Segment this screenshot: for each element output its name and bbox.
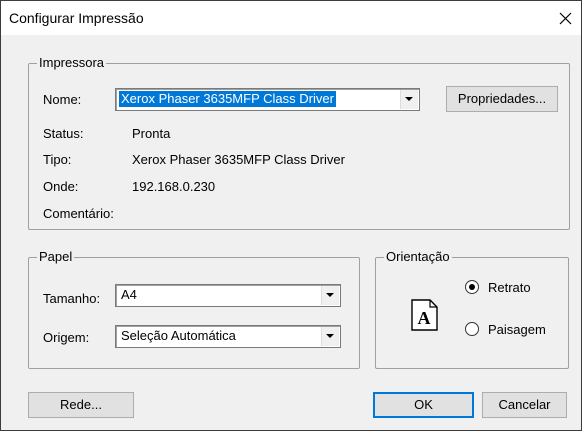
portrait-radio[interactable] — [465, 280, 479, 294]
paper-group-legend: Papel — [37, 249, 75, 264]
landscape-radio[interactable] — [465, 322, 479, 336]
printer-name-select[interactable]: Xerox Phaser 3635MFP Class Driver — [115, 88, 420, 111]
status-value: Pronta — [132, 126, 171, 141]
landscape-label[interactable]: Paisagem — [488, 322, 546, 337]
chevron-down-icon — [405, 97, 413, 101]
paper-size-dropdown-button[interactable] — [321, 286, 339, 305]
portrait-icon-letter: A — [418, 308, 431, 328]
paper-size-value: A4 — [121, 287, 137, 302]
comment-label: Comentário: — [43, 206, 114, 221]
paper-group: Papel — [28, 249, 360, 369]
paper-source-value: Seleção Automática — [121, 328, 236, 343]
close-button[interactable] — [551, 1, 581, 35]
cancel-button[interactable]: Cancelar — [482, 392, 567, 418]
paper-source-label: Origem: — [43, 330, 90, 345]
print-setup-dialog: Configurar Impressão Impressora Nome: Xe… — [0, 0, 582, 431]
network-button[interactable]: Rede... — [28, 392, 134, 418]
chevron-down-icon — [326, 334, 334, 338]
printer-name-dropdown-button[interactable] — [400, 90, 418, 109]
paper-source-select[interactable]: Seleção Automática — [115, 325, 341, 348]
type-label: Tipo: — [43, 152, 72, 167]
title-bar: Configurar Impressão — [1, 0, 581, 35]
where-value: 192.168.0.230 — [132, 179, 216, 194]
where-label: Onde: — [43, 179, 79, 194]
paper-size-label: Tamanho: — [43, 291, 101, 306]
printer-group-legend: Impressora — [37, 55, 107, 70]
ok-button[interactable]: OK — [373, 392, 474, 418]
printer-name-label: Nome: — [43, 92, 82, 107]
printer-name-value: Xerox Phaser 3635MFP Class Driver — [118, 90, 337, 108]
portrait-label[interactable]: Retrato — [488, 280, 531, 295]
dialog-title: Configurar Impressão — [9, 10, 144, 26]
status-label: Status: — [43, 126, 84, 141]
portrait-page-icon: A — [411, 299, 438, 331]
paper-size-select[interactable]: A4 — [115, 284, 341, 307]
orientation-group-legend: Orientação — [384, 249, 452, 264]
type-value: Xerox Phaser 3635MFP Class Driver — [132, 152, 345, 167]
portrait-radio-dot — [469, 284, 475, 290]
properties-button[interactable]: Propriedades... — [446, 86, 558, 112]
paper-source-dropdown-button[interactable] — [321, 327, 339, 346]
chevron-down-icon — [326, 293, 334, 297]
close-icon — [559, 12, 572, 25]
orientation-group: Orientação — [375, 249, 569, 369]
